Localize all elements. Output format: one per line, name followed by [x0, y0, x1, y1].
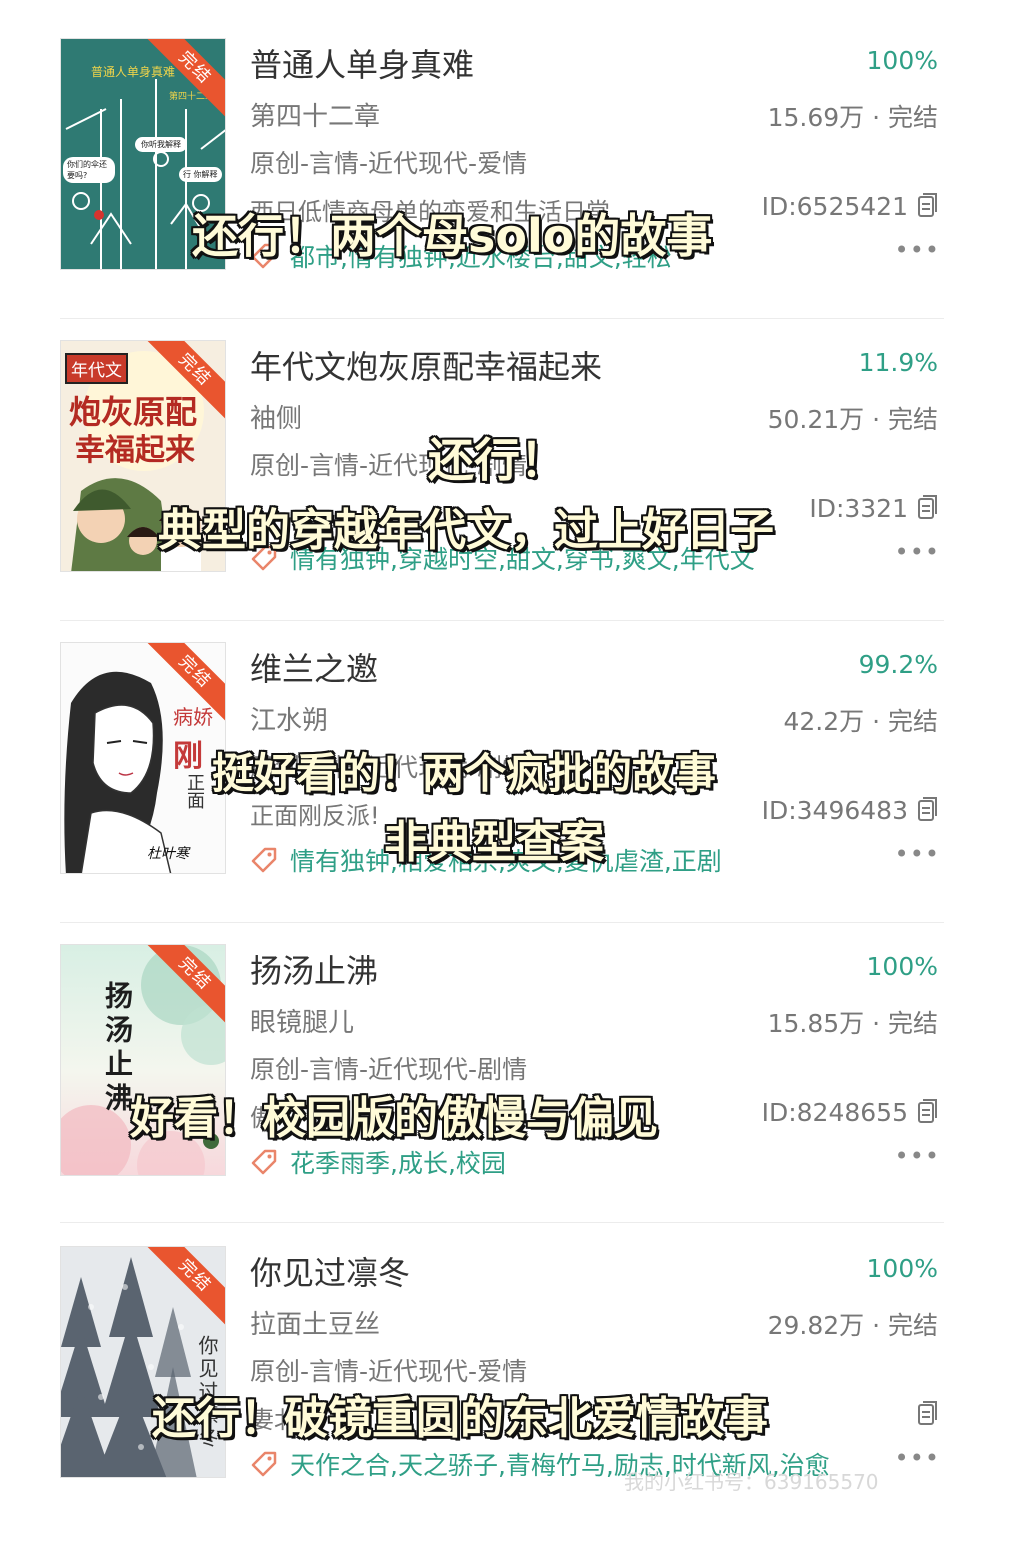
review-overlay: 还行！两个母solo的故事 [192, 209, 713, 263]
speech-bubble: 你们的伞还要吗? [63, 157, 115, 183]
book-id: ID:3496483 [761, 796, 908, 825]
copy-icon[interactable] [918, 796, 938, 822]
review-overlay: 还行！破镜重圆的东北爱情故事 [152, 1393, 768, 1444]
read-progress: 100% [866, 952, 938, 981]
book-title[interactable]: 普通人单身真难 [250, 40, 474, 86]
cover-text: 正面 [184, 773, 205, 809]
cover-title-line2: 幸福起来 [75, 433, 195, 468]
more-options-icon[interactable]: ••• [895, 538, 940, 566]
book-author[interactable]: 江水朔 [250, 700, 328, 737]
book-id: ID:3321 [809, 494, 908, 523]
divider [60, 922, 944, 923]
book-cover[interactable]: 病娇 刚 正面 杜叶寒 完结 [60, 642, 226, 874]
divider [60, 620, 944, 621]
book-title[interactable]: 你见过凛冬 [250, 1248, 410, 1294]
divider [60, 1222, 944, 1223]
copy-icon[interactable] [918, 192, 938, 218]
cover-signature: 杜叶寒 [147, 846, 189, 862]
book-author[interactable]: 第四十二章 [250, 96, 380, 133]
read-progress: 99.2% [858, 650, 938, 679]
copy-icon[interactable] [918, 494, 938, 520]
book-card[interactable]: 普通人单身真难 第四十二章 你听我解释 你们的伞还要吗? 行 你解释 完结 普通… [60, 38, 944, 338]
tag-icon [251, 1149, 277, 1175]
word-count-status: 42.2万 · 完结 [783, 707, 938, 736]
copy-icon[interactable] [918, 1400, 938, 1426]
speech-bubble: 你听我解释 [135, 137, 187, 152]
more-options-icon[interactable]: ••• [895, 1444, 940, 1472]
more-options-icon[interactable]: ••• [895, 840, 940, 868]
book-id: ID:6525421 [761, 192, 908, 221]
book-author[interactable]: 拉面土豆丝 [250, 1304, 380, 1341]
read-progress: 100% [866, 1254, 938, 1283]
tag-icon [251, 847, 277, 873]
review-overlay: 典型的穿越年代文，过上好日子 [158, 505, 774, 556]
cover-tag: 年代文 [65, 353, 128, 384]
review-overlay: 非典型查案 [384, 817, 604, 868]
cover-text: 病娇 [173, 705, 213, 729]
book-description: 正面刚反派! [250, 802, 380, 830]
watermark: 我的小红书号：639165570 [624, 1470, 879, 1494]
cover-text: 刚 [173, 739, 203, 774]
book-title[interactable]: 维兰之邀 [250, 644, 378, 690]
review-overlay: 挺好看的！两个疯批的故事 [212, 749, 717, 798]
read-progress: 11.9% [858, 348, 938, 377]
divider [60, 318, 944, 319]
word-count-status: 15.85万 · 完结 [767, 1009, 938, 1038]
book-genre: 原创-言情-近代现代-爱情 [250, 149, 528, 178]
book-genre: 原创-言情-近代现代-剧情 [250, 1055, 528, 1084]
tag-icon [251, 1451, 277, 1477]
copy-icon[interactable] [918, 1098, 938, 1124]
word-count-status: 50.21万 · 完结 [767, 405, 938, 434]
book-card[interactable]: 年代文 炮灰原配 幸福起来 完结 年代文炮灰原配幸福起来 11.9% 袖侧 50… [60, 340, 944, 640]
book-author[interactable]: 袖侧 [250, 398, 302, 435]
book-id: ID:8248655 [761, 1098, 908, 1127]
word-count-status: 29.82万 · 完结 [767, 1311, 938, 1340]
review-overlay: 好看！校园版的傲慢与偏见 [130, 1093, 658, 1144]
speech-bubble: 行 你解释 [179, 167, 222, 182]
more-options-icon[interactable]: ••• [895, 1142, 940, 1170]
review-overlay: 还行！ [428, 433, 566, 487]
more-options-icon[interactable]: ••• [895, 236, 940, 264]
book-author[interactable]: 眼镜腿儿 [250, 1002, 354, 1039]
book-tags[interactable]: 花季雨季,成长,校园 [290, 1144, 506, 1180]
book-title[interactable]: 年代文炮灰原配幸福起来 [250, 342, 602, 388]
read-progress: 100% [866, 46, 938, 75]
book-title[interactable]: 扬汤止沸 [250, 946, 378, 992]
word-count-status: 15.69万 · 完结 [767, 103, 938, 132]
